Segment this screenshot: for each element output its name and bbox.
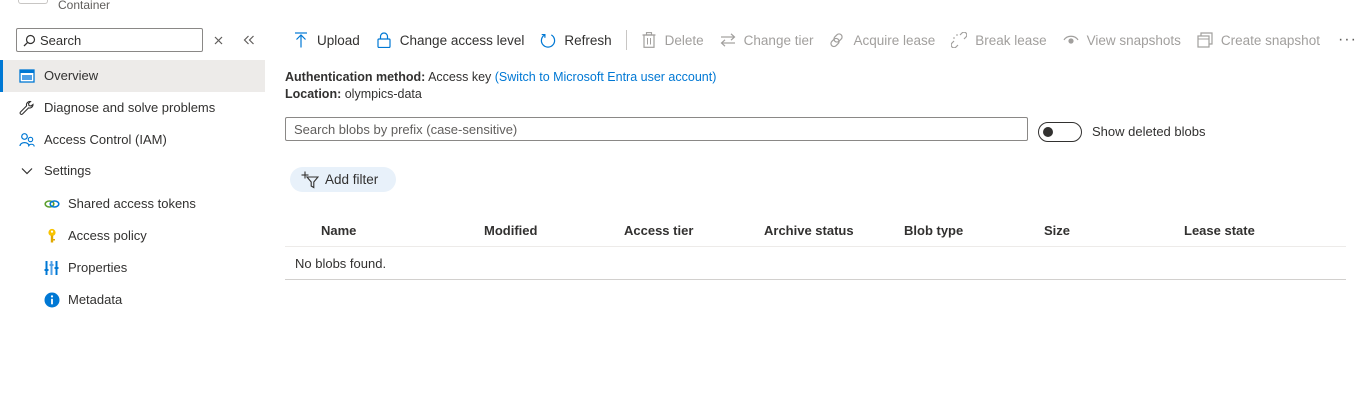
collapse-sidebar-button[interactable] <box>239 30 259 50</box>
blob-prefix-search-box[interactable] <box>285 117 1028 141</box>
break-lease-button[interactable]: Break lease <box>943 26 1054 54</box>
view-snapshots-button[interactable]: View snapshots <box>1055 26 1189 54</box>
info-icon <box>44 292 60 308</box>
acquire-lease-button[interactable]: Acquire lease <box>821 26 943 54</box>
sidebar-item-settings[interactable]: Settings <box>0 155 265 187</box>
more-actions-button[interactable]: ··· <box>1328 31 1356 49</box>
blobs-table: Name Modified Access tier Archive status… <box>285 214 1346 280</box>
link-chain-icon <box>829 32 845 48</box>
container-icon <box>18 0 48 4</box>
trash-icon <box>641 32 657 48</box>
sidebar-item-access-policy[interactable]: Access policy <box>0 220 265 252</box>
sidebar-item-diagnose[interactable]: Diagnose and solve problems <box>0 92 265 124</box>
acquire-lease-label: Acquire lease <box>853 32 936 48</box>
refresh-button[interactable]: Refresh <box>532 26 619 54</box>
change-access-level-button[interactable]: Change access level <box>368 26 533 54</box>
clear-search-button[interactable] <box>208 30 228 50</box>
sidebar-item-label: Settings <box>44 163 91 178</box>
location-label: Location: <box>285 87 342 101</box>
break-lease-label: Break lease <box>975 32 1047 48</box>
add-filter-label: Add filter <box>325 172 379 187</box>
link-icon <box>44 200 60 208</box>
empty-message: No blobs found. <box>295 256 387 271</box>
table-header: Name Modified Access tier Archive status… <box>285 214 1346 247</box>
create-snapshot-label: Create snapshot <box>1220 32 1320 48</box>
sidebar-search-row <box>16 28 203 52</box>
sidebar-item-label: Properties <box>68 260 128 275</box>
sidebar-item-label: Overview <box>44 68 99 83</box>
key-icon <box>48 228 56 243</box>
change-tier-button[interactable]: Change tier <box>712 26 822 54</box>
close-icon <box>214 36 222 44</box>
column-header-modified[interactable]: Modified <box>484 223 537 238</box>
auth-method-label: Authentication method: <box>285 70 426 84</box>
refresh-label: Refresh <box>564 32 612 48</box>
add-filter-button[interactable]: Add filter <box>290 167 396 192</box>
double-chevron-left-icon <box>243 35 254 45</box>
create-snapshot-button[interactable]: Create snapshot <box>1189 26 1328 54</box>
eye-icon <box>1063 32 1079 48</box>
sidebar-item-shared-access-tokens[interactable]: Shared access tokens <box>0 188 265 220</box>
broken-link-icon <box>951 32 968 48</box>
column-header-size[interactable]: Size <box>1044 223 1070 238</box>
sidebar-search-input[interactable] <box>40 32 200 48</box>
command-bar: Upload Change access level Refresh Delet… <box>285 26 1356 54</box>
switch-auth-link[interactable]: (Switch to Microsoft Entra user account) <box>495 70 717 84</box>
people-icon <box>19 133 35 147</box>
upload-button[interactable]: Upload <box>285 26 368 54</box>
toolbar-divider <box>625 30 627 50</box>
snapshot-icon <box>1197 32 1213 48</box>
sidebar-search-box[interactable] <box>16 28 203 52</box>
delete-label: Delete <box>664 32 704 48</box>
column-header-blob-type[interactable]: Blob type <box>904 223 963 238</box>
upload-icon <box>293 32 309 48</box>
sidebar-item-label: Access policy <box>68 228 147 243</box>
sidebar-item-label: Metadata <box>68 292 123 307</box>
sidebar-item-overview[interactable]: Overview <box>0 60 265 92</box>
delete-button[interactable]: Delete <box>633 26 712 54</box>
sidebar-item-access-control[interactable]: Access Control (IAM) <box>0 124 265 156</box>
sidebar-item-metadata[interactable]: Metadata <box>0 284 265 316</box>
properties-icon <box>44 261 59 275</box>
auth-method-line: Authentication method: Access key (Switc… <box>285 70 716 84</box>
sidebar-item-label: Diagnose and solve problems <box>44 100 216 115</box>
sidebar-item-label: Shared access tokens <box>68 196 196 211</box>
column-header-archive-status[interactable]: Archive status <box>764 223 854 238</box>
sidebar-item-properties[interactable]: Properties <box>0 252 265 284</box>
show-deleted-blobs-toggle[interactable] <box>1038 122 1082 142</box>
change-access-level-label: Change access level <box>399 32 525 48</box>
location-line: Location: olympics-data <box>285 87 422 101</box>
location-value: olympics-data <box>344 87 422 101</box>
refresh-icon <box>540 32 556 48</box>
toggle-knob <box>1043 127 1053 137</box>
sidebar-item-label: Access Control (IAM) <box>44 132 167 147</box>
column-header-access-tier[interactable]: Access tier <box>624 223 693 238</box>
blob-prefix-search-input[interactable] <box>294 121 1014 137</box>
swap-arrows-icon <box>720 32 736 48</box>
sidebar: Overview Diagnose and solve problems Acc… <box>0 24 266 419</box>
view-snapshots-label: View snapshots <box>1086 32 1181 48</box>
chevron-down-icon <box>21 168 33 175</box>
show-deleted-blobs-label: Show deleted blobs <box>1092 124 1206 139</box>
column-header-name[interactable]: Name <box>321 223 356 238</box>
upload-label: Upload <box>317 32 360 48</box>
change-tier-label: Change tier <box>743 32 814 48</box>
lock-icon <box>376 32 392 48</box>
search-icon <box>23 34 36 46</box>
table-empty-row: No blobs found. <box>285 247 1346 280</box>
overview-icon <box>19 69 35 83</box>
auth-method-value: Access key <box>428 70 492 84</box>
column-header-lease-state[interactable]: Lease state <box>1184 223 1255 238</box>
wrench-icon <box>19 100 34 115</box>
page-subtitle: Container <box>58 0 111 12</box>
add-filter-icon <box>301 171 320 189</box>
